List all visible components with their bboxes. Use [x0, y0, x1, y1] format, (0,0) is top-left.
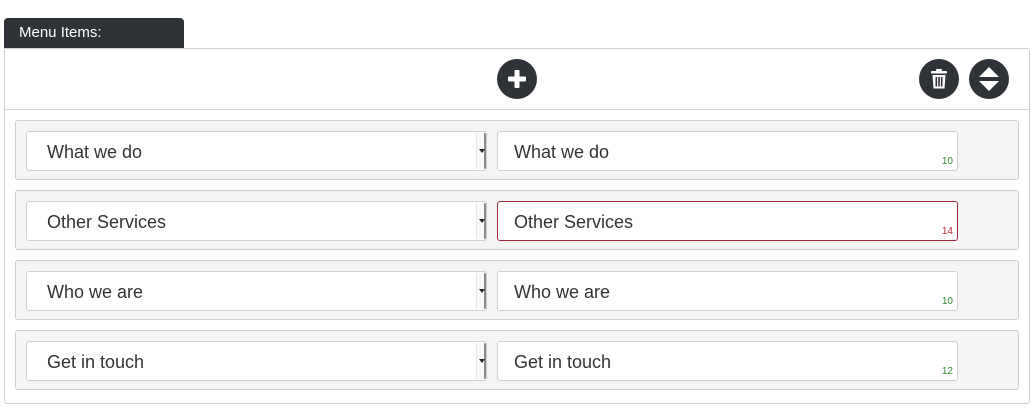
char-counter: 10 [941, 156, 953, 167]
menu-label-input[interactable]: Get in touch 12 [497, 341, 958, 381]
page-select-value: What we do [47, 142, 143, 162]
delete-item-button[interactable] [919, 59, 959, 99]
menu-item-row: What we do What we do 10 [15, 120, 1019, 180]
page-select[interactable]: Other Services [26, 201, 487, 241]
menu-toolbar [5, 49, 1029, 110]
sort-icon [979, 67, 999, 91]
menu-item-row: Other Services Other Services 14 [15, 190, 1019, 250]
menu-label-value: Other Services [514, 212, 634, 232]
menu-item-row: Who we are Who we are 10 [15, 260, 1019, 320]
menu-label-input[interactable]: Who we are 10 [497, 271, 958, 311]
menu-label-input[interactable]: Other Services 14 [497, 201, 958, 241]
char-counter: 10 [941, 296, 953, 307]
add-item-button[interactable] [497, 59, 537, 99]
page-select-value: Get in touch [47, 352, 145, 372]
menu-items-tab: Menu Items: [4, 18, 184, 49]
page-select-value: Who we are [47, 282, 144, 302]
menu-label-value: Get in touch [514, 352, 612, 372]
menu-item-row: Get in touch Get in touch 12 [15, 330, 1019, 390]
page-select[interactable]: Who we are [26, 271, 487, 311]
menu-label-value: What we do [514, 142, 610, 162]
menu-items-panel: What we do What we do 10 Other Services … [4, 48, 1030, 404]
page-select[interactable]: Get in touch [26, 341, 487, 381]
char-counter: 14 [941, 226, 953, 237]
trash-icon [931, 69, 947, 89]
menu-label-input[interactable]: What we do 10 [497, 131, 958, 171]
sort-items-button[interactable] [969, 59, 1009, 99]
char-counter: 12 [941, 366, 953, 377]
page-select[interactable]: What we do [26, 131, 487, 171]
chevron-down-icon[interactable] [476, 273, 486, 309]
chevron-down-icon[interactable] [476, 203, 486, 239]
chevron-down-icon[interactable] [476, 343, 486, 379]
chevron-down-icon[interactable] [476, 133, 486, 169]
page-select-value: Other Services [47, 212, 167, 232]
menu-label-value: Who we are [514, 282, 611, 302]
plus-icon [508, 70, 526, 88]
